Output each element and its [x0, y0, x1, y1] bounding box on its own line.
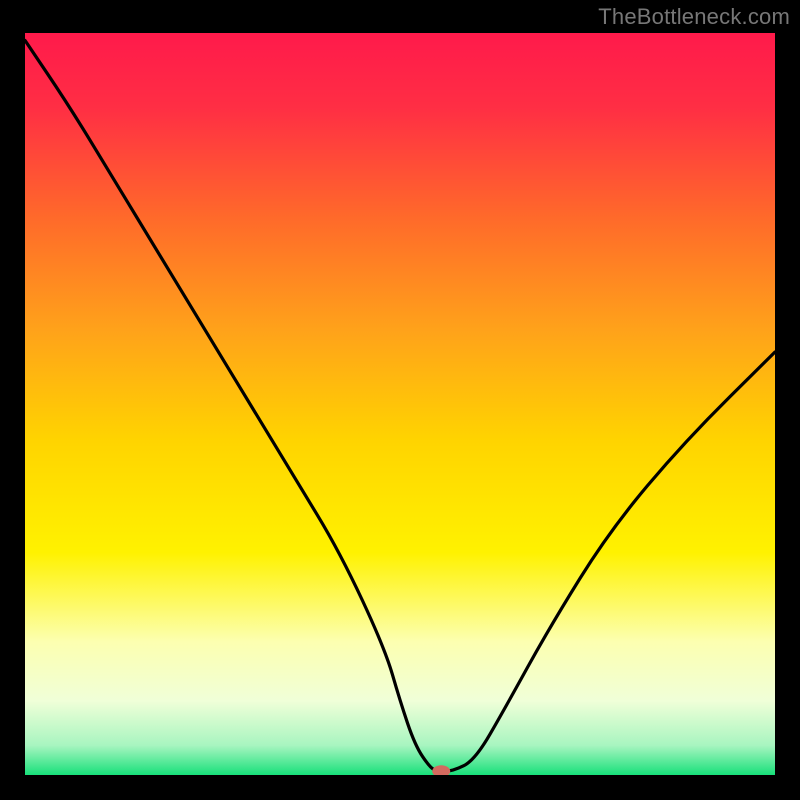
gradient-background [25, 33, 775, 775]
watermark-label: TheBottleneck.com [598, 4, 790, 30]
chart-frame: TheBottleneck.com [0, 0, 800, 800]
plot-area [20, 28, 780, 780]
bottleneck-chart [25, 33, 775, 775]
